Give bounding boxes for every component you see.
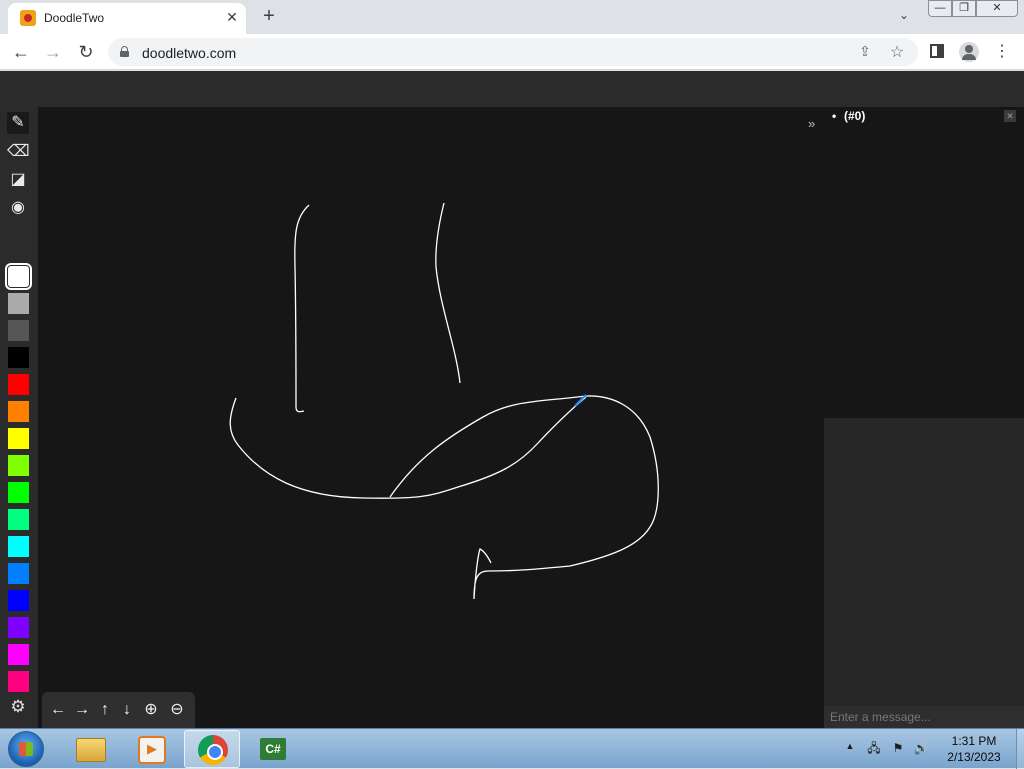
color-swatch[interactable] — [8, 536, 29, 557]
drawing-canvas[interactable] — [38, 107, 824, 728]
drawing-strokes — [229, 202, 659, 600]
windows-taskbar: ▲ 🖧 ⚑ 🔊 1:31 PM 2/13/2023 — [0, 728, 1024, 769]
color-swatch[interactable] — [8, 482, 29, 503]
tool-sidebar: ✎ ⌫ ◪ ◉ ⚙ — [0, 111, 36, 728]
camera-tool-icon[interactable]: ◉ — [7, 197, 29, 219]
chat-message-input[interactable] — [824, 706, 1024, 728]
pencil-tool-icon[interactable]: ✎ — [7, 112, 29, 134]
share-icon[interactable]: ⇪ — [856, 43, 874, 61]
csharp-app-taskbar-icon[interactable] — [246, 730, 302, 768]
settings-gear-icon[interactable]: ⚙ — [8, 697, 28, 717]
back-button[interactable]: ← — [10, 41, 32, 63]
action-center-flag-icon[interactable]: ⚑ — [890, 740, 906, 756]
show-hidden-icons-icon[interactable]: ▲ — [843, 741, 857, 755]
lock-icon[interactable] — [120, 46, 129, 57]
zoom-in-icon[interactable]: ⊕ — [140, 699, 162, 721]
color-swatch[interactable] — [8, 563, 29, 584]
stroke-arrow-loop — [389, 395, 659, 600]
color-swatch[interactable] — [8, 374, 29, 395]
browser-toolbar: ← → ↻ doodletwo.com ⇪ ☆ — [0, 34, 1024, 70]
color-swatch[interactable] — [8, 455, 29, 476]
bookmark-star-icon[interactable]: ☆ — [888, 42, 906, 61]
reload-button[interactable]: ↻ — [75, 41, 97, 63]
pan-down-icon[interactable]: ↓ — [116, 699, 138, 721]
pan-right-icon[interactable]: → — [71, 699, 93, 721]
color-swatch[interactable] — [8, 428, 29, 449]
new-tab-button[interactable]: + — [258, 6, 280, 28]
eraser-tool-icon[interactable]: ⌫ — [7, 141, 30, 163]
tab-search-icon[interactable]: ⌄ — [895, 8, 913, 26]
color-swatch[interactable] — [8, 671, 29, 692]
profile-avatar-icon[interactable] — [959, 42, 979, 62]
show-desktop-button[interactable] — [1016, 729, 1024, 769]
window-minimize-button[interactable]: — — [928, 0, 952, 17]
window-close-button[interactable]: ✕ — [976, 0, 1018, 17]
color-swatch[interactable] — [8, 644, 29, 665]
color-swatch[interactable] — [8, 617, 29, 638]
side-panel-icon[interactable] — [930, 44, 944, 58]
clock-time[interactable]: 1:31 PM — [936, 734, 1012, 748]
color-swatch[interactable] — [8, 401, 29, 422]
clock-date[interactable]: 2/13/2023 — [936, 750, 1012, 764]
chat-messages-area — [824, 418, 1024, 706]
media-player-taskbar-icon[interactable] — [122, 730, 178, 768]
stroke-right-vertical — [435, 202, 461, 384]
doodletwo-page: ✎ ⌫ ◪ ◉ ⚙ ← → ↑ ↓ ⊕ ⊖ » (#0) ✕ — [0, 71, 1024, 728]
start-button[interactable] — [8, 731, 44, 767]
color-swatch[interactable] — [8, 590, 29, 611]
zoom-out-icon[interactable]: ⊖ — [166, 699, 188, 721]
forward-button[interactable]: → — [42, 41, 64, 63]
stroke-curved-loop — [229, 396, 587, 499]
pan-left-icon[interactable]: ← — [47, 699, 69, 721]
volume-icon[interactable]: 🔊 — [913, 740, 929, 756]
chrome-taskbar-icon[interactable] — [184, 730, 240, 768]
panel-close-icon[interactable]: ✕ — [1004, 110, 1016, 122]
stroke-left-vertical — [294, 204, 310, 413]
doodletwo-favicon-icon — [20, 10, 36, 26]
tab-title: DoodleTwo — [44, 11, 105, 25]
address-bar[interactable]: doodletwo.com ⇪ ☆ — [108, 38, 918, 66]
network-icon[interactable]: 🖧 — [866, 740, 882, 756]
file-explorer-taskbar-icon[interactable] — [62, 730, 118, 768]
user-chat-panel: » (#0) ✕ — [808, 107, 1024, 728]
color-swatch[interactable] — [8, 293, 29, 314]
color-swatch[interactable] — [8, 509, 29, 530]
url-text[interactable]: doodletwo.com — [142, 45, 236, 61]
browser-tabstrip: DoodleTwo ✕ + ⌄ — ❐ ✕ — [0, 0, 1024, 34]
user-list-item: (#0) — [832, 109, 865, 123]
navigation-toolbar: ← → ↑ ↓ ⊕ ⊖ — [42, 692, 195, 728]
browser-menu-icon[interactable]: ⋮ — [994, 42, 1010, 62]
color-swatch[interactable] — [5, 263, 32, 290]
pan-up-icon[interactable]: ↑ — [94, 699, 116, 721]
color-swatch[interactable] — [8, 347, 29, 368]
color-swatch[interactable] — [8, 320, 29, 341]
tab-close-icon[interactable]: ✕ — [224, 9, 240, 25]
users-list: (#0) — [832, 109, 865, 123]
page-top-bar — [0, 71, 1024, 107]
browser-tab-doodletwo[interactable]: DoodleTwo ✕ — [8, 3, 246, 34]
window-restore-button[interactable]: ❐ — [952, 0, 976, 17]
fill-bucket-tool-icon[interactable]: ◪ — [7, 169, 29, 191]
collapse-panel-icon[interactable]: » — [808, 115, 822, 133]
